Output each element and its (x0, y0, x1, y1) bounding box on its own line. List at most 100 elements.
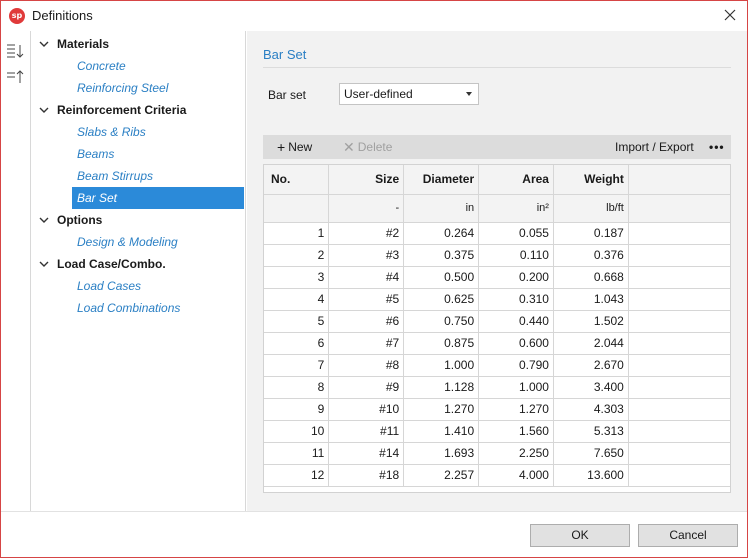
more-options-icon[interactable]: ••• (709, 135, 725, 159)
table-cell[interactable]: 11 (264, 442, 330, 465)
table-cell[interactable]: 9 (264, 398, 330, 421)
table-cell[interactable]: 0.110 (478, 244, 554, 267)
delete-button[interactable]: ✕ Delete (343, 135, 392, 159)
table-cell[interactable]: 1.000 (403, 354, 480, 377)
expand-all-icon[interactable] (5, 41, 27, 61)
table-row[interactable]: 8 #9 1.128 1.000 3.400 (264, 376, 730, 399)
table-cell[interactable]: #9 (328, 376, 405, 399)
new-button[interactable]: + New (277, 135, 312, 159)
tree-group-load-case-combo[interactable]: Load Case/Combo. (32, 253, 244, 275)
tree-item-load-combinations[interactable]: Load Combinations (32, 297, 244, 319)
tree-group-options[interactable]: Options (32, 209, 244, 231)
tree-item-bar-set[interactable]: Bar Set (72, 187, 244, 209)
table-cell[interactable]: 7 (264, 354, 330, 377)
table-cell[interactable]: 0.625 (403, 288, 480, 311)
table-row[interactable]: 11 #14 1.693 2.250 7.650 (264, 442, 730, 465)
table-cell[interactable]: 0.790 (478, 354, 554, 377)
table-cell[interactable]: 7.650 (553, 442, 629, 465)
column-header-area[interactable]: Area (478, 165, 554, 195)
table-cell[interactable]: #8 (328, 354, 405, 377)
table-cell[interactable]: 5 (264, 310, 330, 333)
table-row[interactable]: 4 #5 0.625 0.310 1.043 (264, 288, 730, 311)
cancel-button[interactable]: Cancel (638, 524, 738, 547)
table-cell[interactable]: 2.257 (403, 464, 480, 487)
table-cell[interactable]: 0.200 (478, 266, 554, 289)
table-cell[interactable]: 1.410 (403, 420, 480, 443)
tree-item-beams[interactable]: Beams (32, 143, 244, 165)
table-cell[interactable]: #5 (328, 288, 405, 311)
table-cell[interactable]: 1.128 (403, 376, 480, 399)
table-cell[interactable]: #2 (328, 222, 405, 245)
table-row[interactable]: 5 #6 0.750 0.440 1.502 (264, 310, 730, 333)
tree-item-slabs-ribs[interactable]: Slabs & Ribs (32, 121, 244, 143)
table-cell[interactable]: 1.000 (478, 376, 554, 399)
table-cell[interactable]: #6 (328, 310, 405, 333)
table-cell[interactable]: 2 (264, 244, 330, 267)
table-row[interactable]: 2 #3 0.375 0.110 0.376 (264, 244, 730, 267)
table-cell[interactable]: 1.270 (403, 398, 480, 421)
table-cell[interactable]: 1.560 (478, 420, 554, 443)
tree-group-materials[interactable]: Materials (32, 33, 244, 55)
tree-item-beam-stirrups[interactable]: Beam Stirrups (32, 165, 244, 187)
table-cell[interactable]: 4.000 (478, 464, 554, 487)
ok-button[interactable]: OK (530, 524, 630, 547)
table-cell[interactable]: #14 (328, 442, 405, 465)
table-cell[interactable]: #3 (328, 244, 405, 267)
column-header-no[interactable]: No. (264, 165, 330, 195)
table-row[interactable]: 3 #4 0.500 0.200 0.668 (264, 266, 730, 289)
table-cell[interactable]: 2.044 (553, 332, 629, 355)
tree-item-design-modeling[interactable]: Design & Modeling (32, 231, 244, 253)
table-row[interactable]: 6 #7 0.875 0.600 2.044 (264, 332, 730, 355)
table-row[interactable]: 9 #10 1.270 1.270 4.303 (264, 398, 730, 421)
table-cell[interactable]: 5.313 (553, 420, 629, 443)
table-cell[interactable]: 4.303 (553, 398, 629, 421)
table-row[interactable]: 7 #8 1.000 0.790 2.670 (264, 354, 730, 377)
bar-set-dropdown[interactable]: User-defined (339, 83, 479, 105)
table-cell[interactable]: #11 (328, 420, 405, 443)
table-cell[interactable]: 4 (264, 288, 330, 311)
table-cell[interactable]: 13.600 (553, 464, 629, 487)
import-export-button[interactable]: Import / Export (615, 135, 694, 159)
table-cell[interactable]: 1.043 (553, 288, 629, 311)
tree-item-concrete[interactable]: Concrete (32, 55, 244, 77)
tree-item-reinforcing-steel[interactable]: Reinforcing Steel (32, 77, 244, 99)
table-cell[interactable]: #18 (328, 464, 405, 487)
table-row[interactable]: 1 #2 0.264 0.055 0.187 (264, 222, 730, 245)
table-cell[interactable]: 3.400 (553, 376, 629, 399)
table-cell[interactable]: 10 (264, 420, 330, 443)
collapse-all-icon[interactable] (5, 67, 27, 87)
table-cell[interactable]: 1.502 (553, 310, 629, 333)
table-cell[interactable]: 8 (264, 376, 330, 399)
column-header-size[interactable]: Size (328, 165, 405, 195)
table-cell[interactable]: #4 (328, 266, 405, 289)
table-cell[interactable]: 0.376 (553, 244, 629, 267)
column-header-diameter[interactable]: Diameter (403, 165, 480, 195)
table-cell[interactable]: 0.440 (478, 310, 554, 333)
table-cell[interactable]: 1.270 (478, 398, 554, 421)
table-cell[interactable]: 0.055 (478, 222, 554, 245)
table-cell[interactable]: 0.187 (553, 222, 629, 245)
table-cell[interactable]: 0.310 (478, 288, 554, 311)
close-icon[interactable] (719, 4, 741, 26)
table-cell[interactable]: 2.670 (553, 354, 629, 377)
table-cell[interactable]: 0.600 (478, 332, 554, 355)
tree-group-reinforcement-criteria[interactable]: Reinforcement Criteria (32, 99, 244, 121)
table-cell[interactable]: 0.875 (403, 332, 480, 355)
column-header-weight[interactable]: Weight (553, 165, 629, 195)
table-cell[interactable]: #7 (328, 332, 405, 355)
tree-item-load-cases[interactable]: Load Cases (32, 275, 244, 297)
table-cell[interactable]: 0.750 (403, 310, 480, 333)
table-row[interactable]: 12 #18 2.257 4.000 13.600 (264, 464, 730, 487)
table-row[interactable]: 10 #11 1.410 1.560 5.313 (264, 420, 730, 443)
table-cell[interactable]: 0.500 (403, 266, 480, 289)
table-cell[interactable]: 2.250 (478, 442, 554, 465)
table-cell[interactable]: 0.375 (403, 244, 480, 267)
table-cell[interactable]: 3 (264, 266, 330, 289)
table-cell[interactable]: 0.264 (403, 222, 480, 245)
table-cell[interactable]: 1 (264, 222, 330, 245)
table-cell[interactable]: #10 (328, 398, 405, 421)
table-cell[interactable]: 12 (264, 464, 330, 487)
table-cell[interactable]: 6 (264, 332, 330, 355)
table-cell[interactable]: 1.693 (403, 442, 480, 465)
table-cell[interactable]: 0.668 (553, 266, 629, 289)
